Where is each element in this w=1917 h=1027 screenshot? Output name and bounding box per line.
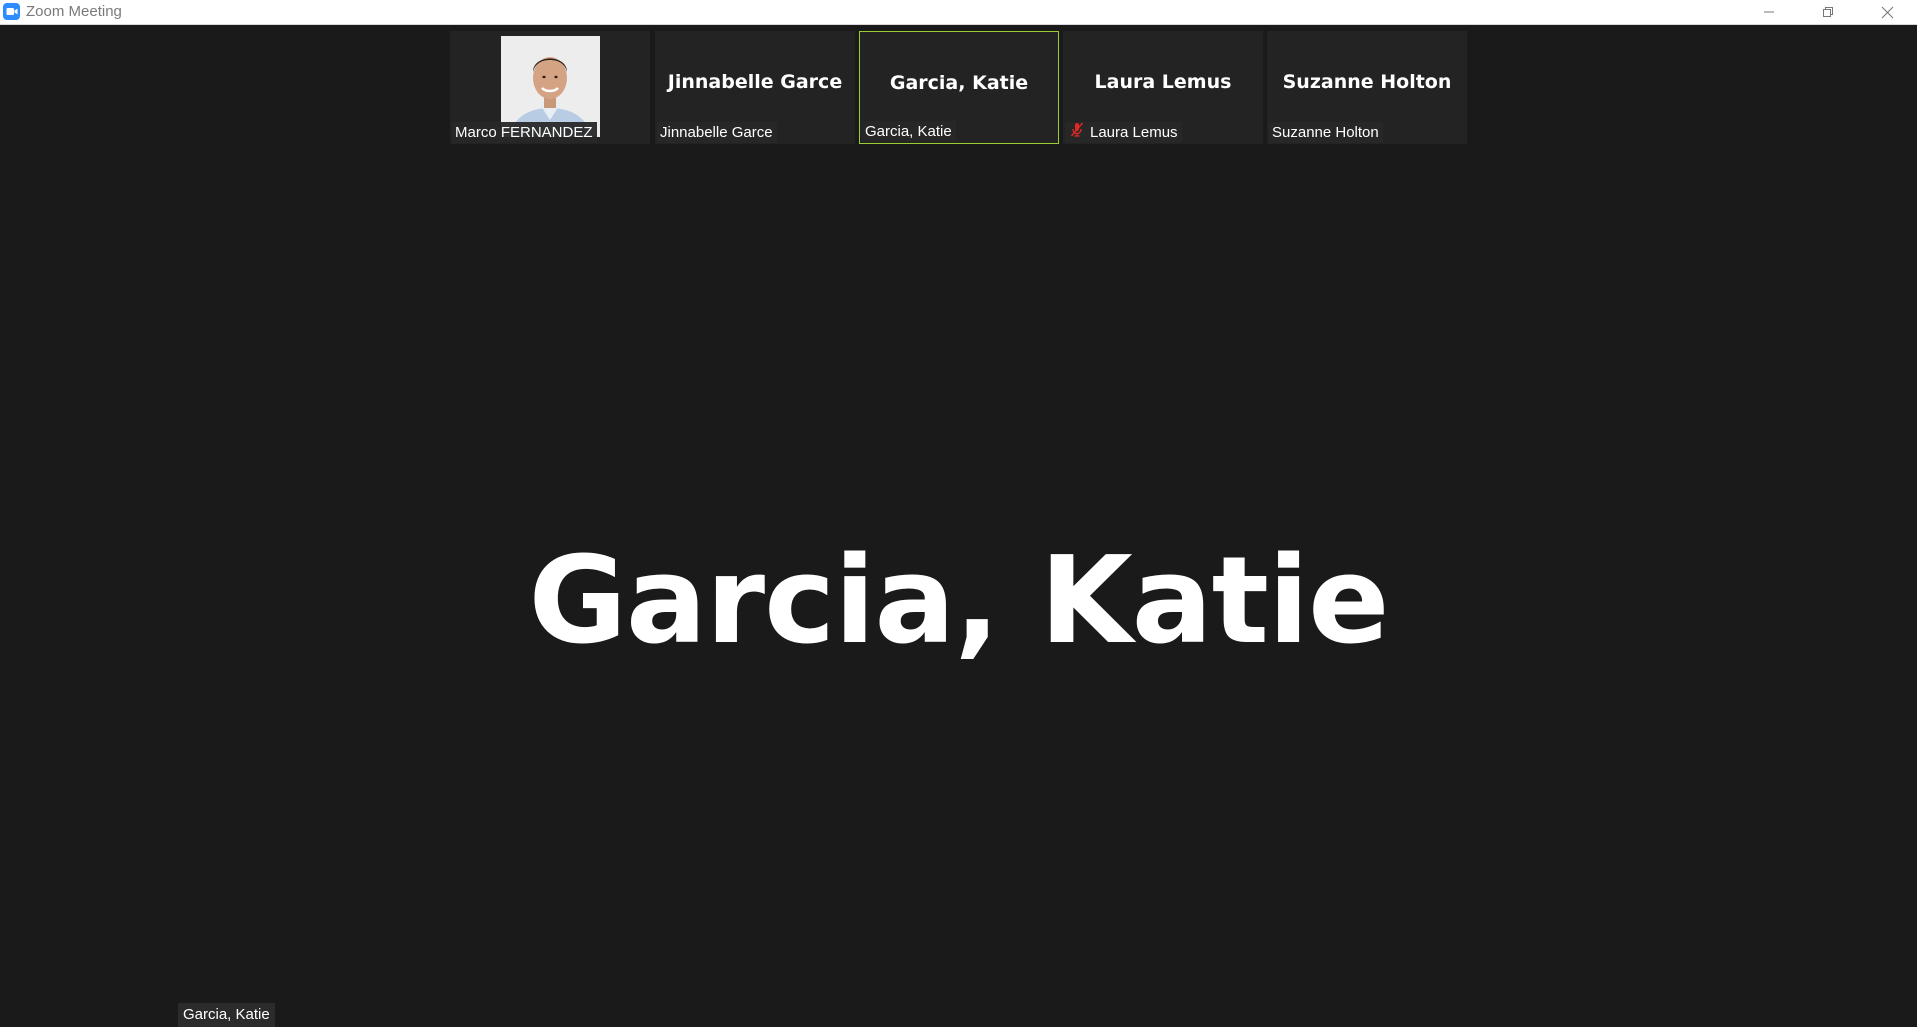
active-speaker-label: Garcia, Katie: [178, 1003, 275, 1027]
participant-display-name: Laura Lemus: [1094, 71, 1232, 93]
participant-name-label: Marco FERNANDEZ: [452, 122, 597, 143]
minimize-icon: [1764, 11, 1774, 13]
restore-icon: [1823, 7, 1833, 17]
participant-name: Garcia, Katie: [865, 123, 952, 140]
participant-display-name: Garcia, Katie: [889, 72, 1029, 94]
zoom-camera-icon: [3, 3, 20, 20]
close-button[interactable]: [1858, 0, 1916, 24]
participant-name-label: Jinnabelle Garce: [657, 122, 777, 143]
participant-tile-garcia-katie[interactable]: Garcia, Katie Garcia, Katie: [859, 31, 1059, 144]
active-speaker-name: Garcia, Katie: [528, 532, 1389, 671]
participant-name: Laura Lemus: [1090, 124, 1178, 141]
participant-name-label: Garcia, Katie: [862, 121, 956, 142]
minimize-button[interactable]: [1740, 0, 1798, 24]
participant-tile-laura-lemus[interactable]: Laura Lemus Laura Lemus: [1063, 31, 1263, 144]
close-icon: [1881, 6, 1893, 18]
participant-name-label: Laura Lemus: [1065, 122, 1182, 143]
window-title: Zoom Meeting: [26, 3, 122, 20]
meeting-stage: Marco FERNANDEZ Jinnabelle Garce Jinnabe…: [0, 25, 1917, 1027]
microphone-muted-icon: [1070, 122, 1084, 143]
participant-thumbnail-strip: Marco FERNANDEZ Jinnabelle Garce Jinnabe…: [450, 31, 1470, 144]
participant-name: Suzanne Holton: [1272, 124, 1379, 141]
participant-tile-jinnabelle-garce[interactable]: Jinnabelle Garce Jinnabelle Garce: [655, 31, 855, 144]
participant-tile-marco-fernandez[interactable]: Marco FERNANDEZ: [450, 31, 650, 144]
participant-tile-suzanne-holton[interactable]: Suzanne Holton Suzanne Holton: [1267, 31, 1467, 144]
participant-name-label: Suzanne Holton: [1269, 122, 1383, 143]
title-bar: Zoom Meeting: [0, 0, 1917, 25]
participant-display-name: Jinnabelle Garce: [667, 71, 843, 93]
participant-display-name: Suzanne Holton: [1282, 71, 1452, 93]
restore-button[interactable]: [1799, 0, 1857, 24]
participant-name: Jinnabelle Garce: [660, 124, 773, 141]
participant-name: Marco FERNANDEZ: [455, 124, 593, 141]
